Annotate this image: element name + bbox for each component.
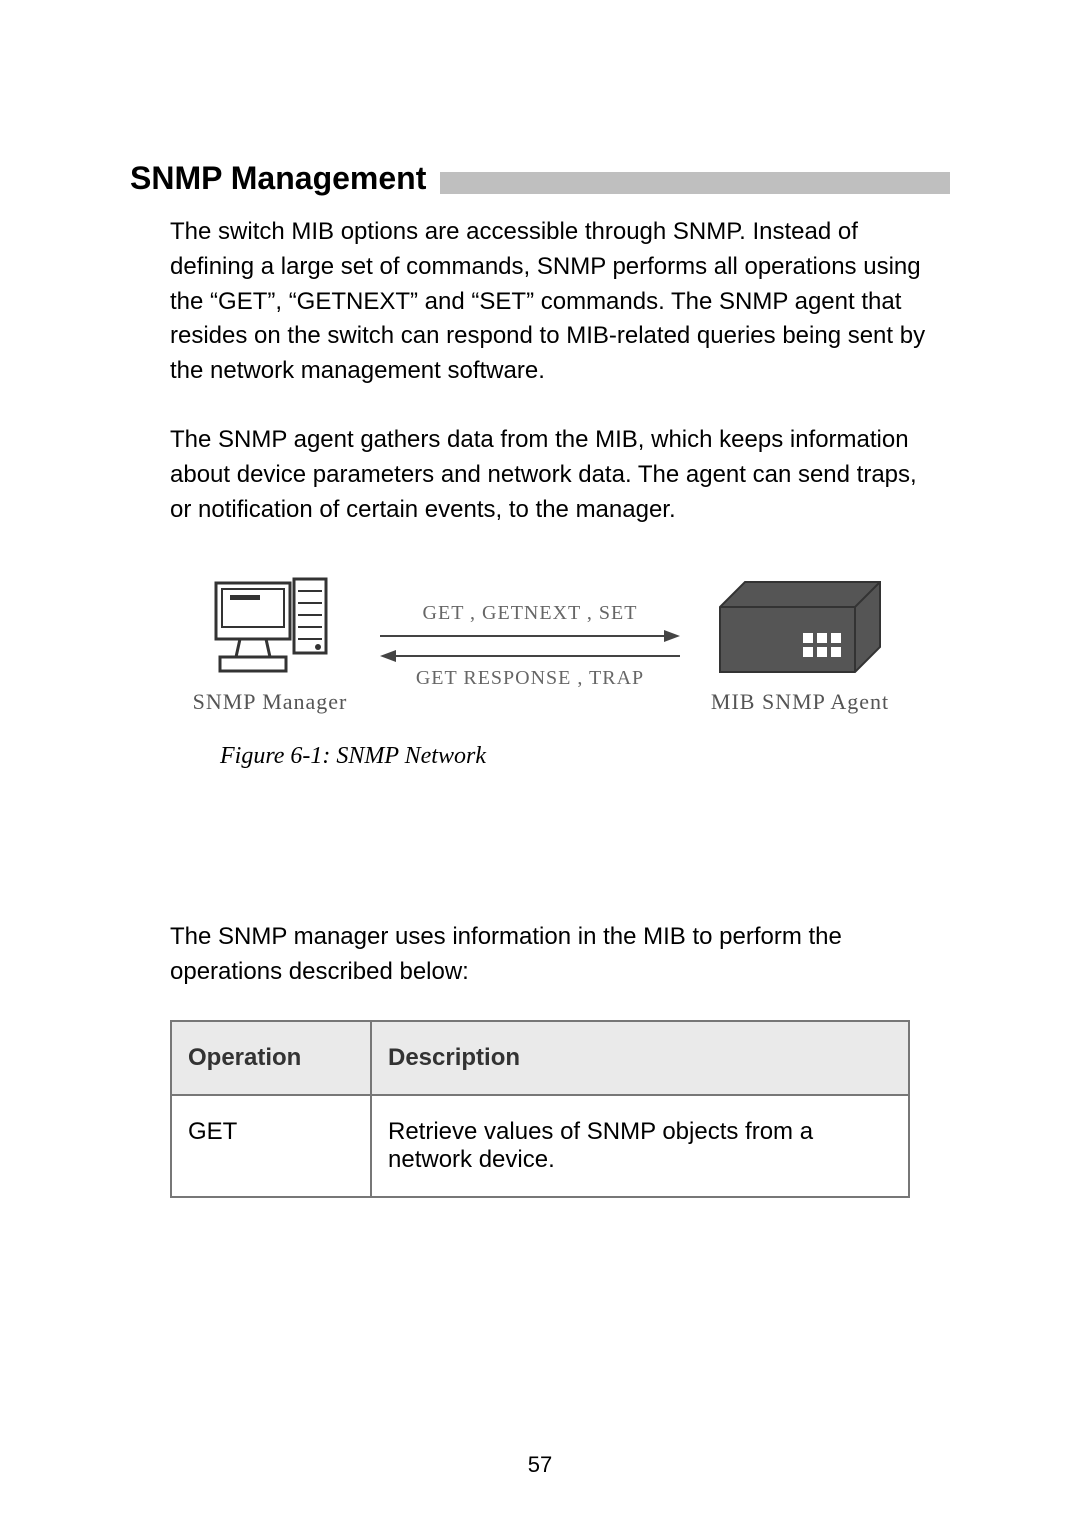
heading-accent-bar — [440, 172, 950, 194]
col-header-operation: Operation — [171, 1021, 371, 1095]
snmp-manager-block: SNMP Manager — [180, 577, 360, 715]
cell-description: Retrieve values of SNMP objects from a n… — [371, 1095, 909, 1197]
arrow-right-icon — [370, 627, 690, 645]
response-commands-label: GET RESPONSE , TRAP — [416, 667, 644, 690]
snmp-manager-label: SNMP Manager — [193, 689, 348, 715]
request-commands-label: GET , GETNEXT , SET — [423, 602, 638, 625]
network-device-icon — [715, 577, 885, 677]
mib-agent-block: MIB SNMP Agent — [700, 577, 900, 715]
table-row: GET Retrieve values of SNMP objects from… — [171, 1095, 909, 1197]
operations-table-wrap: Operation Description GET Retrieve value… — [170, 1020, 910, 1198]
paragraph-3: The SNMP manager uses information in the… — [170, 920, 940, 990]
arrow-left-icon — [370, 647, 690, 665]
page-number: 57 — [0, 1452, 1080, 1478]
snmp-diagram: SNMP Manager GET , GETNEXT , SET GET RES… — [170, 577, 910, 715]
snmp-arrows-block: GET , GETNEXT , SET GET RESPONSE , TRAP — [360, 602, 700, 690]
computer-icon — [210, 577, 330, 677]
figure-caption: Figure 6-1: SNMP Network — [220, 743, 910, 770]
table-header-row: Operation Description — [171, 1021, 909, 1095]
paragraph-2: The SNMP agent gathers data from the MIB… — [170, 423, 940, 527]
figure-snmp-network: SNMP Manager GET , GETNEXT , SET GET RES… — [170, 577, 910, 770]
paragraph-1: The switch MIB options are accessible th… — [170, 215, 940, 389]
col-header-description: Description — [371, 1021, 909, 1095]
mib-agent-label: MIB SNMP Agent — [711, 689, 889, 715]
operations-table: Operation Description GET Retrieve value… — [170, 1020, 910, 1198]
section-heading-row: SNMP Management — [130, 160, 950, 197]
page: SNMP Management The switch MIB options a… — [0, 0, 1080, 1528]
cell-operation: GET — [171, 1095, 371, 1197]
section-heading: SNMP Management — [130, 160, 440, 197]
